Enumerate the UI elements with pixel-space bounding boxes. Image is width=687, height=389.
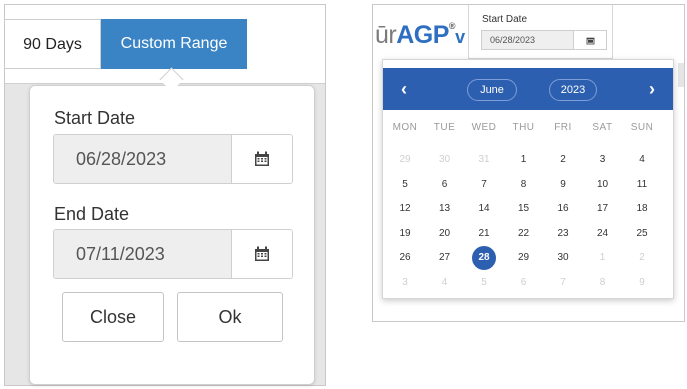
start-date-label: Start Date: [54, 108, 136, 128]
logo-fragment-letter: v: [455, 27, 465, 47]
day-cell[interactable]: 29: [512, 246, 536, 270]
day-cell[interactable]: 7: [551, 271, 575, 295]
day-cell[interactable]: 20: [433, 222, 457, 246]
start-date-label: Start Date: [482, 14, 528, 25]
end-date-calendar-button[interactable]: [232, 230, 292, 278]
day-cell[interactable]: 4: [433, 271, 457, 295]
day-cell[interactable]: 1: [512, 148, 536, 172]
ok-button[interactable]: Ok: [177, 292, 283, 342]
day-cell[interactable]: 10: [591, 173, 615, 197]
day-cell[interactable]: 8: [512, 173, 536, 197]
month-selector[interactable]: June: [467, 79, 517, 101]
start-date-input[interactable]: [54, 135, 232, 183]
day-cell[interactable]: 2: [630, 246, 654, 270]
day-grid: 29 30 31 1 2 3 4 5 6 7 8 9 10 11 12 13 14 15 16 17 18 19 20 21 2…: [383, 148, 673, 298]
calendar-icon: [255, 151, 269, 166]
weekday-header: MON TUE WED THU FRI SAT SUN: [383, 122, 673, 136]
day-cell[interactable]: 21: [472, 222, 496, 246]
day-cell[interactable]: 27: [433, 246, 457, 270]
day-cell[interactable]: 6: [433, 173, 457, 197]
start-date-calendar-button[interactable]: [574, 31, 606, 49]
calendar-icon: [255, 246, 269, 261]
selected-day[interactable]: 28: [472, 246, 496, 270]
range-90-days-button[interactable]: 90 Days: [5, 19, 101, 69]
day-cell[interactable]: 17: [591, 197, 615, 221]
logo-fragment: ®v: [449, 21, 465, 47]
day-cell[interactable]: 30: [433, 148, 457, 172]
start-date-box: Start Date: [468, 5, 613, 59]
weekday-label: WED: [471, 122, 497, 133]
day-cell[interactable]: 3: [591, 148, 615, 172]
day-cell[interactable]: 19: [393, 222, 417, 246]
day-cell[interactable]: 31: [472, 148, 496, 172]
day-cell[interactable]: 23: [551, 222, 575, 246]
day-cell[interactable]: 26: [393, 246, 417, 270]
end-date-label: End Date: [54, 204, 130, 224]
weekday-label: THU: [512, 122, 535, 133]
weekday-label: SUN: [630, 122, 654, 133]
day-cell[interactable]: 12: [393, 197, 417, 221]
calendar-header: ‹ June 2023 ›: [383, 68, 673, 110]
day-cell[interactable]: 11: [630, 173, 654, 197]
prev-month-button[interactable]: ‹: [389, 68, 419, 110]
start-date-group: [481, 30, 607, 50]
weekday-label: FRI: [554, 122, 572, 133]
weekday-label: MON: [392, 122, 418, 133]
day-cell[interactable]: 24: [591, 222, 615, 246]
day-cell[interactable]: 30: [551, 246, 575, 270]
day-cell[interactable]: 14: [472, 197, 496, 221]
day-cell[interactable]: 25: [630, 222, 654, 246]
day-cell[interactable]: 3: [393, 271, 417, 295]
day-cell[interactable]: 15: [512, 197, 536, 221]
day-cell[interactable]: 7: [472, 173, 496, 197]
day-cell[interactable]: 16: [551, 197, 575, 221]
day-cell[interactable]: 9: [630, 271, 654, 295]
date-range-panel: 90 Days Custom Range Start Date End Da: [4, 4, 326, 386]
close-button[interactable]: Close: [62, 292, 164, 342]
end-date-group: [53, 229, 293, 279]
datepicker-calendar: ‹ June 2023 › MON TUE WED THU FRI SAT SUN 29 30…: [382, 59, 674, 299]
day-cell[interactable]: 8: [591, 271, 615, 295]
logo-brand: AGP: [396, 21, 449, 49]
range-custom-button[interactable]: Custom Range: [101, 19, 247, 69]
day-cell[interactable]: 2: [551, 148, 575, 172]
calendar-panel: ūrAGP®v Start Date ‹ June 2023 › MONTUEW…: [372, 4, 685, 322]
end-date-input[interactable]: [54, 230, 232, 278]
day-cell[interactable]: 22: [512, 222, 536, 246]
day-cell[interactable]: 4: [630, 148, 654, 172]
custom-range-popup: Start Date End Date: [29, 85, 315, 385]
day-cell[interactable]: 18: [630, 197, 654, 221]
scrollbar[interactable]: [678, 63, 684, 87]
logo-prefix: ūr: [375, 21, 397, 49]
day-cell[interactable]: 1: [591, 246, 615, 270]
day-cell[interactable]: 5: [393, 173, 417, 197]
day-cell[interactable]: 29: [393, 148, 417, 172]
day-cell[interactable]: 5: [472, 271, 496, 295]
day-cell[interactable]: 6: [512, 271, 536, 295]
start-date-group: [53, 134, 293, 184]
day-cell[interactable]: 13: [433, 197, 457, 221]
weekday-label: TUE: [433, 122, 456, 133]
weekday-label: SAT: [592, 122, 613, 133]
year-selector[interactable]: 2023: [549, 79, 597, 101]
calendar-icon: [586, 37, 594, 44]
start-date-input[interactable]: [482, 31, 574, 49]
day-cell[interactable]: 9: [551, 173, 575, 197]
start-date-calendar-button[interactable]: [232, 135, 292, 183]
next-month-button[interactable]: ›: [637, 68, 667, 110]
uragp-logo: ūrAGP®v: [375, 21, 465, 50]
